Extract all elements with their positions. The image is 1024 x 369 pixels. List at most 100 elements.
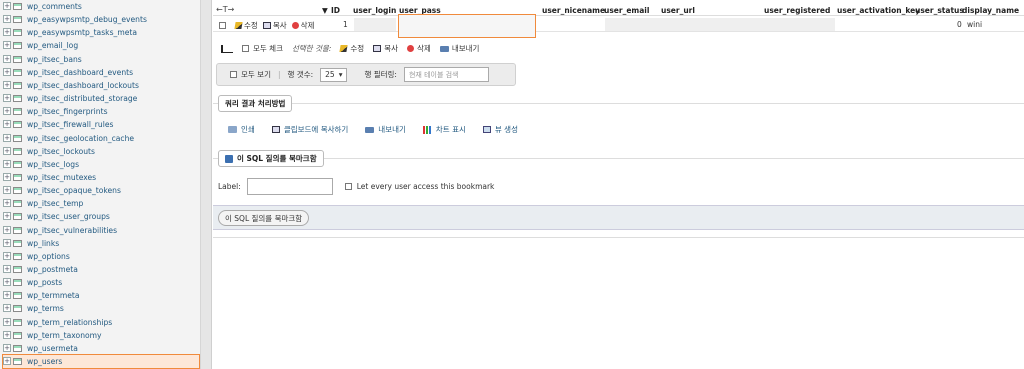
- row-checkbox[interactable]: [219, 22, 226, 29]
- column-header-user-nicename[interactable]: user_nicename: [542, 6, 605, 15]
- expand-icon[interactable]: +: [3, 265, 11, 273]
- expand-icon[interactable]: +: [3, 28, 11, 37]
- column-sort-arrows[interactable]: ←T→: [216, 5, 234, 14]
- sidebar-item-wp-itsec-bans[interactable]: + wp_itsec_bans: [3, 53, 199, 66]
- expand-icon[interactable]: +: [3, 172, 11, 181]
- cell-id[interactable]: 1: [343, 20, 348, 29]
- expand-icon[interactable]: +: [3, 15, 11, 24]
- sidebar-item-wp-itsec-lockouts[interactable]: + wp_itsec_lockouts: [3, 145, 199, 158]
- bookmark-icon: [225, 154, 233, 163]
- bookmark-submit-button[interactable]: 이 SQL 질의를 북마크함: [218, 210, 310, 226]
- expand-icon[interactable]: +: [3, 41, 11, 50]
- sidebar-item-wp-itsec-opaque-tokens[interactable]: + wp_itsec_opaque_tokens: [3, 184, 199, 197]
- column-header-user-email[interactable]: user_email: [604, 6, 649, 15]
- sidebar-item-label: wp_terms: [27, 304, 64, 314]
- column-header-user-registered[interactable]: user_registered: [764, 6, 830, 15]
- expand-icon[interactable]: +: [3, 317, 11, 326]
- sidebar-item-wp-comments[interactable]: + wp_comments: [3, 0, 199, 13]
- sidebar-item-wp-itsec-user-groups[interactable]: + wp_itsec_user_groups: [3, 210, 199, 223]
- expand-icon[interactable]: +: [3, 67, 11, 76]
- sidebar-item-wp-options[interactable]: + wp_options: [3, 250, 199, 263]
- print-button[interactable]: 인쇄: [228, 124, 255, 135]
- expand-icon[interactable]: +: [3, 186, 11, 195]
- row-copy-link[interactable]: 복사: [262, 20, 287, 31]
- sidebar-item-wp-links[interactable]: + wp_links: [3, 237, 199, 250]
- expand-icon[interactable]: +: [3, 238, 11, 247]
- rows-count-select[interactable]: 25 ▾: [320, 67, 348, 82]
- expand-icon[interactable]: +: [3, 159, 11, 168]
- sidebar-item-wp-itsec-vulnerabilities[interactable]: + wp_itsec_vulnerabilities: [3, 224, 199, 237]
- cell-display-name[interactable]: wini: [967, 20, 982, 29]
- export-button[interactable]: 내보내기: [365, 124, 406, 135]
- expand-icon[interactable]: +: [3, 2, 11, 10]
- sidebar-item-wp-users[interactable]: + wp_users: [2, 354, 200, 369]
- expand-icon[interactable]: +: [3, 304, 11, 313]
- bulk-edit-button[interactable]: 수정: [339, 43, 364, 54]
- sidebar-item-wp-itsec-dashboard-lockouts[interactable]: + wp_itsec_dashboard_lockouts: [3, 79, 199, 92]
- sidebar-item-wp-easywpsmtp-tasks-meta[interactable]: + wp_easywpsmtp_tasks_meta: [3, 26, 199, 39]
- sidebar-item-wp-itsec-temp[interactable]: + wp_itsec_temp: [3, 197, 199, 210]
- bulk-export-button[interactable]: 내보내기: [439, 43, 479, 54]
- expand-icon[interactable]: +: [3, 330, 11, 339]
- column-header-id[interactable]: ID: [331, 6, 340, 15]
- sidebar-item-wp-term-taxonomy[interactable]: + wp_term_taxonomy: [3, 329, 199, 342]
- expand-icon[interactable]: +: [3, 357, 11, 366]
- sidebar-item-wp-itsec-geolocation-cache[interactable]: + wp_itsec_geolocation_cache: [3, 132, 199, 145]
- sidebar-resizer[interactable]: [201, 0, 212, 369]
- show-all-checkbox[interactable]: [230, 71, 237, 78]
- copy-to-clipboard-button[interactable]: 클립보드에 복사하기: [271, 124, 348, 135]
- row-delete-link[interactable]: 삭제: [291, 20, 314, 31]
- sidebar-item-wp-posts[interactable]: + wp_posts: [3, 276, 199, 289]
- expand-icon[interactable]: +: [3, 94, 11, 103]
- share-bookmark-control[interactable]: Let every user access this bookmark: [344, 182, 494, 191]
- expand-icon[interactable]: +: [3, 291, 11, 300]
- expand-icon[interactable]: +: [3, 146, 11, 155]
- expand-icon[interactable]: +: [3, 133, 11, 142]
- sidebar-item-wp-termmeta[interactable]: + wp_termmeta: [3, 289, 199, 302]
- column-header-display-name[interactable]: display_name: [962, 6, 1019, 15]
- expand-icon[interactable]: +: [3, 251, 11, 260]
- sidebar-item-wp-itsec-firewall-rules[interactable]: + wp_itsec_firewall_rules: [3, 118, 199, 131]
- expand-icon[interactable]: +: [3, 107, 11, 116]
- expand-icon[interactable]: +: [3, 278, 11, 287]
- show-all-control[interactable]: 모두 보기: [230, 69, 271, 80]
- filter-rows-input[interactable]: 현재 테이블 검색: [403, 67, 489, 82]
- cell-user-login-redacted[interactable]: [354, 18, 396, 31]
- expand-icon[interactable]: +: [3, 80, 11, 89]
- display-chart-button[interactable]: 차트 표시: [422, 124, 466, 135]
- column-header-user-activation-key[interactable]: user_activation_key: [837, 6, 920, 15]
- with-selected-label: 선택한 것을:: [291, 44, 332, 53]
- user-pass-highlight[interactable]: [398, 14, 536, 38]
- sidebar-item-wp-itsec-distributed-storage[interactable]: + wp_itsec_distributed_storage: [3, 92, 199, 105]
- bookmark-label-input[interactable]: [246, 178, 333, 195]
- bulk-copy-button[interactable]: 복사: [373, 43, 398, 54]
- column-header-user-login[interactable]: user_login: [353, 6, 396, 15]
- row-edit-link[interactable]: 수정: [234, 20, 258, 31]
- column-header-user-url[interactable]: user_url: [661, 6, 695, 15]
- expand-icon[interactable]: +: [3, 225, 11, 234]
- create-view-button[interactable]: 뷰 생성: [482, 124, 518, 135]
- sidebar-item-wp-itsec-fingerprints[interactable]: + wp_itsec_fingerprints: [3, 105, 199, 118]
- cell-user-status[interactable]: 0: [957, 20, 962, 29]
- check-all-control[interactable]: 모두 체크: [242, 43, 283, 54]
- expand-icon[interactable]: +: [3, 120, 11, 129]
- sidebar-item-wp-itsec-mutexes[interactable]: + wp_itsec_mutexes: [3, 171, 199, 184]
- sidebar-item-wp-email-log[interactable]: + wp_email_log: [3, 39, 199, 52]
- sidebar-item-wp-itsec-dashboard-events[interactable]: + wp_itsec_dashboard_events: [3, 66, 199, 79]
- expand-icon[interactable]: +: [3, 212, 11, 221]
- sidebar-item-wp-terms[interactable]: + wp_terms: [3, 302, 199, 315]
- expand-icon[interactable]: +: [3, 54, 11, 63]
- expand-icon[interactable]: +: [3, 343, 11, 352]
- filter-rows-placeholder: 현재 테이블 검색: [408, 70, 459, 79]
- sidebar-item-wp-term-relationships[interactable]: + wp_term_relationships: [3, 316, 199, 329]
- check-all-checkbox[interactable]: [242, 45, 249, 52]
- bulk-delete-button[interactable]: 삭제: [407, 43, 431, 54]
- sidebar-item-wp-itsec-logs[interactable]: + wp_itsec_logs: [3, 158, 199, 171]
- sidebar-item-wp-postmeta[interactable]: + wp_postmeta: [3, 263, 199, 276]
- sidebar-item-wp-easywpsmtp-debug-events[interactable]: + wp_easywpsmtp_debug_events: [3, 13, 199, 26]
- sidebar-item-wp-usermeta[interactable]: + wp_usermeta: [3, 342, 199, 355]
- column-header-user-status[interactable]: user_status: [915, 6, 964, 15]
- expand-icon[interactable]: +: [3, 199, 11, 208]
- cell-user-email-url-redacted[interactable]: [605, 18, 835, 31]
- share-bookmark-checkbox[interactable]: [344, 183, 352, 190]
